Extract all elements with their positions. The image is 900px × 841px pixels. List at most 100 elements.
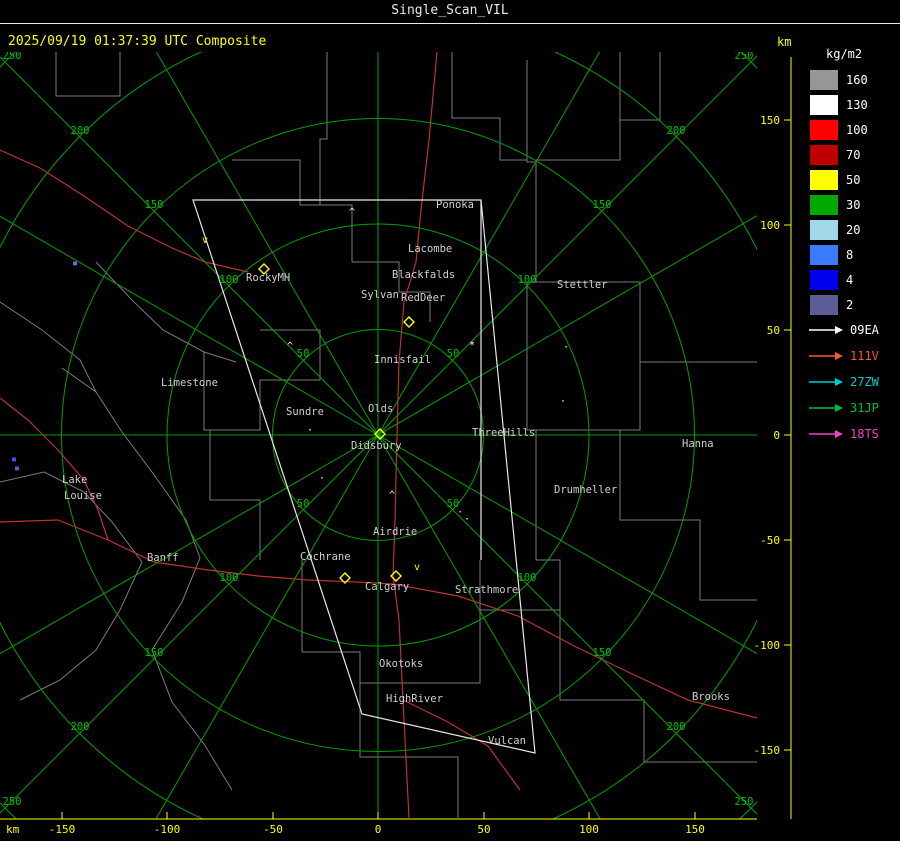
city-label: Louise [64, 490, 102, 502]
bottom-axis-tick-label: 150 [685, 823, 705, 836]
legend-scale-value: 70 [846, 147, 861, 162]
right-axis-tick-label: 150 [760, 114, 780, 127]
point-marker: ^ [349, 207, 355, 218]
ring-range-label: 100 [220, 572, 239, 584]
legend-scale-value: 160 [846, 72, 868, 87]
legend-color-swatch [810, 219, 838, 240]
right-axis-tick-label: 0 [773, 429, 780, 442]
ring-range-label: 150 [593, 647, 612, 659]
bottom-axis-tick-label: -150 [49, 823, 76, 836]
ring-range-label: 50 [297, 348, 310, 360]
radar-site-id: 09EA [850, 323, 879, 337]
azimuth-line [155, 434, 379, 819]
city-label: Olds [368, 403, 393, 415]
right-axis-tick-label: -50 [760, 534, 780, 547]
legend-scale-value: 4 [846, 272, 854, 287]
legend-scale-value: 30 [846, 197, 861, 212]
legend-color-swatch [810, 119, 838, 140]
radar-site-legend-row: 27ZW [806, 369, 900, 395]
ring-range-label: 200 [71, 125, 90, 137]
radar-site-id: 27ZW [850, 375, 879, 389]
ring-range-label: 200 [667, 125, 686, 137]
legend-scale-row: 2 [806, 292, 900, 317]
legend-color-swatch [810, 269, 838, 290]
city-label: Lacombe [408, 243, 452, 255]
legend-color-scale: 160 130 100 70 50 30 20 8 4 2 [806, 67, 900, 317]
ring-range-label: 100 [220, 274, 239, 286]
ring-range-label: 200 [667, 721, 686, 733]
legend-color-swatch [810, 194, 838, 215]
point-marker: · [560, 396, 566, 407]
county-boundary [620, 362, 641, 431]
point-marker: · [457, 507, 463, 518]
ring-range-label: 250 [3, 50, 22, 62]
city-label: Banff [147, 552, 179, 564]
ring-range-label: 150 [593, 199, 612, 211]
radar-site-legend-row: 18TS [806, 421, 900, 447]
point-marker: · [563, 342, 569, 353]
site-arrow-icon [809, 326, 843, 334]
legend-scale-value: 100 [846, 122, 868, 137]
county-boundary [232, 159, 320, 206]
city-label: Lake [62, 474, 87, 486]
county-boundary [536, 52, 621, 161]
legend-color-swatch [810, 294, 838, 315]
site-arrow-icon [809, 430, 843, 438]
ring-range-label: 250 [735, 50, 754, 62]
city-label: Didsbury [351, 440, 402, 452]
city-label: Ponoka [436, 199, 474, 211]
right-axis-tick-label: 50 [767, 324, 780, 337]
ring-range-label: 250 [735, 796, 754, 808]
bottom-axis-tick-label: 0 [375, 823, 382, 836]
county-boundary [203, 352, 210, 431]
radar-site-id: 31JP [850, 401, 879, 415]
ring-range-label: 150 [145, 647, 164, 659]
legend-scale-row: 30 [806, 192, 900, 217]
legend-scale-value: 130 [846, 97, 868, 112]
legend-scale-value: 20 [846, 222, 861, 237]
azimuth-line [377, 434, 601, 819]
legend-scale-row: 8 [806, 242, 900, 267]
legend-color-swatch [810, 244, 838, 265]
site-arrow-icon [809, 378, 843, 386]
city-label: Innisfail [374, 354, 431, 366]
city-label: ThreeHills [472, 427, 535, 439]
point-marker: · [464, 514, 470, 525]
county-boundary [536, 281, 757, 363]
legend-scale-value: 2 [846, 297, 854, 312]
city-label: Hanna [682, 438, 714, 450]
legend-scale-row: 160 [806, 67, 900, 92]
right-axis-tick-label: 100 [760, 219, 780, 232]
right-axis-tick-label: -150 [754, 744, 781, 757]
radar-site-diamond [403, 316, 415, 328]
radar-site-legend-row: 111V [806, 343, 900, 369]
legend-unit-label: kg/m2 [826, 47, 863, 61]
ring-range-label: 100 [518, 274, 537, 286]
ring-range-label: 100 [518, 572, 537, 584]
color-legend: kg/m2 160 130 100 70 50 30 20 8 4 2 09EA 111V 27ZW 3… [806, 47, 900, 447]
ring-range-label: 50 [297, 498, 310, 510]
city-label: Airdrie [373, 526, 417, 538]
county-boundary [451, 52, 527, 161]
point-marker: v [202, 235, 208, 246]
county-boundary [0, 301, 97, 393]
legend-scale-row: 4 [806, 267, 900, 292]
azimuth-line [377, 52, 601, 436]
city-label: Limestone [161, 377, 218, 389]
ring-range-label: 50 [447, 348, 460, 360]
city-label: Drumheller [554, 484, 617, 496]
county-boundary [536, 559, 561, 610]
right-axis-tick-label: -100 [754, 639, 781, 652]
city-label: RedDeer [401, 292, 445, 304]
point-marker: v [414, 562, 420, 573]
site-arrow-icon [809, 352, 843, 360]
legend-color-swatch [810, 69, 838, 90]
point-marker: ^ [287, 341, 293, 352]
radar-viewer: Single_Scan_VIL 2025/09/19 01:37:39 UTC … [0, 0, 900, 841]
radar-site-legend-row: 09EA [806, 317, 900, 343]
city-label: Brooks [692, 691, 730, 703]
city-label: Blackfalds [392, 269, 455, 281]
azimuth-line [0, 56, 379, 436]
legend-scale-value: 50 [846, 172, 861, 187]
legend-color-swatch [810, 94, 838, 115]
